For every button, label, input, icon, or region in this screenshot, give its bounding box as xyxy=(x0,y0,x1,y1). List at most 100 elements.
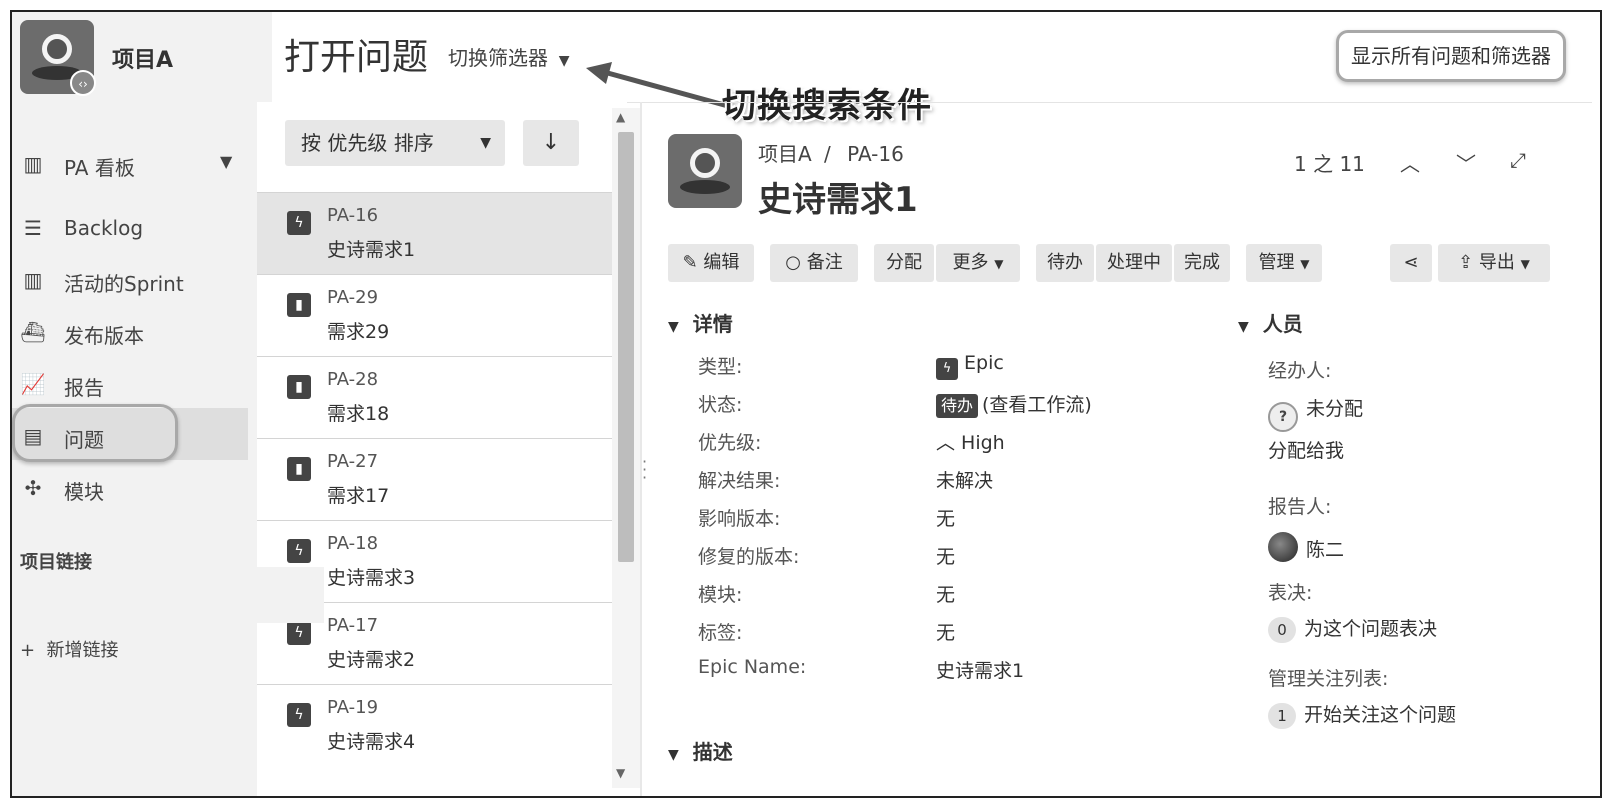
assign-button[interactable]: 分配 xyxy=(874,244,934,282)
switch-filter-dropdown[interactable]: 切换筛选器 ▼ xyxy=(448,42,570,71)
sidebar-item-label: Backlog xyxy=(64,216,144,240)
issue-summary: 史诗需求2 xyxy=(327,649,416,671)
code-badge-icon: ‹› xyxy=(70,70,96,96)
sort-direction-button[interactable]: ↓ xyxy=(523,120,579,166)
reporter-name: 陈二 xyxy=(1306,539,1345,561)
sidebar-item-label: 模块 xyxy=(64,480,104,504)
done-button[interactable]: 完成 xyxy=(1174,244,1230,282)
people-section-header[interactable]: ▼ 人员 xyxy=(1238,308,1303,337)
comment-button[interactable]: ○ 备注 xyxy=(770,244,858,282)
epic-icon: ϟ xyxy=(936,358,958,380)
votes-label: 表决: xyxy=(1268,582,1313,604)
export-icon: ⇪ xyxy=(1458,252,1474,273)
todo-button[interactable]: 待办 xyxy=(1036,244,1094,282)
sidebar-item-issues[interactable]: ▤ 问题 xyxy=(12,416,262,456)
sidebar-item-backlog[interactable]: ☰ Backlog xyxy=(12,208,262,248)
issue-summary: 史诗需求1 xyxy=(327,239,416,261)
sidebar-item-reports[interactable]: 📈 报告 xyxy=(12,364,262,404)
field-label: 优先级: xyxy=(698,432,762,454)
add-link-button[interactable]: + 新增链接 xyxy=(20,636,119,662)
type-value: Epic xyxy=(964,352,1004,374)
share-icon: ⋖ xyxy=(1403,252,1419,273)
sidebar-item-components[interactable]: ✣ 模块 xyxy=(12,468,262,508)
switch-filter-label: 切换筛选器 xyxy=(448,46,548,70)
epic-icon: ϟ xyxy=(287,211,311,235)
sidebar-item-releases[interactable]: ⛴ 发布版本 xyxy=(12,312,262,352)
admin-label: 管理 xyxy=(1258,252,1295,273)
chevron-down-icon[interactable]: ▼ xyxy=(220,152,232,171)
chevron-down-icon[interactable]: ﹀ xyxy=(1456,148,1476,177)
issue-key: PA-16 xyxy=(327,205,379,226)
view-workflow-link[interactable]: (查看工作流) xyxy=(982,394,1092,416)
sidebar-item-active-sprint[interactable]: ▥ 活动的Sprint xyxy=(12,260,262,300)
scroll-down-icon[interactable]: ▼ xyxy=(616,766,625,780)
export-button[interactable]: ⇪ 导出 ▼ xyxy=(1438,244,1550,282)
issue-list-panel: 按 优先级 排序 ▼ ↓ ϟ PA-16 史诗需求1 ▮ PA-29 需求29 … xyxy=(257,102,627,796)
sidebar-item-label: 活动的Sprint xyxy=(64,272,184,296)
chevron-down-icon: ▼ xyxy=(1520,257,1530,271)
field-label: 类型: xyxy=(698,356,743,378)
issue-list-item[interactable]: ϟ PA-19 史诗需求4 xyxy=(257,684,612,766)
assignee-label: 经办人: xyxy=(1268,360,1332,382)
issue-key: PA-19 xyxy=(327,697,379,718)
details-section-header[interactable]: ▼ 详情 xyxy=(668,308,733,337)
breadcrumb: 项目A / PA-16 xyxy=(758,138,904,167)
chart-icon: 📈 xyxy=(20,372,46,396)
vote-link: 为这个问题表决 xyxy=(1304,618,1438,640)
vote-action[interactable]: 0 为这个问题表决 xyxy=(1268,614,1437,643)
chevron-down-icon: ▼ xyxy=(480,135,491,151)
pager-text: 1 之 11 xyxy=(1294,152,1365,176)
assign-to-me-link[interactable]: 分配给我 xyxy=(1268,436,1344,463)
scrollbar-thumb[interactable] xyxy=(618,132,634,562)
issue-summary: 需求17 xyxy=(327,485,390,507)
votes-count: 0 xyxy=(1268,617,1296,643)
status-badge: 待办 xyxy=(936,394,979,418)
app-window: ‹› 项目A ▥ PA 看板 ▼ ☰ Backlog ▥ 活动的Sprint ⛴… xyxy=(10,10,1602,798)
description-heading: 描述 xyxy=(692,740,733,764)
sidebar-item-label: 问题 xyxy=(64,428,104,452)
issue-list-item[interactable]: ▮ PA-27 需求17 xyxy=(257,438,612,520)
share-button[interactable]: ⋖ xyxy=(1390,244,1432,282)
assignee-value: ? 未分配 xyxy=(1268,394,1363,432)
chevron-up-icon[interactable]: ︿ xyxy=(1400,148,1420,177)
export-label: 导出 xyxy=(1478,252,1515,273)
field-value-resolution: 未解决 xyxy=(936,470,994,492)
in-progress-button[interactable]: 处理中 xyxy=(1096,244,1172,282)
epic-icon: ϟ xyxy=(287,703,311,727)
edit-label: 编辑 xyxy=(703,252,740,273)
sidebar-item-board[interactable]: ▥ PA 看板 ▼ xyxy=(12,144,262,184)
field-label: 修复的版本: xyxy=(698,546,800,568)
chevron-down-icon: ▼ xyxy=(668,319,679,335)
story-icon: ▮ xyxy=(287,375,311,399)
issue-key: PA-29 xyxy=(327,287,379,308)
comment-icon: ○ xyxy=(785,252,801,273)
issue-key: PA-28 xyxy=(327,369,379,390)
edit-button[interactable]: ✎ 编辑 xyxy=(668,244,754,282)
description-section-header[interactable]: ▼ 描述 xyxy=(668,736,733,765)
chevron-down-icon: ▼ xyxy=(994,257,1004,271)
sort-dropdown[interactable]: 按 优先级 排序 ▼ xyxy=(285,120,505,166)
breadcrumb-project[interactable]: 项目A xyxy=(758,142,812,166)
admin-button[interactable]: 管理 ▼ xyxy=(1246,244,1322,282)
chevron-down-icon: ▼ xyxy=(1238,319,1249,335)
issue-list-item[interactable]: ▮ PA-29 需求29 xyxy=(257,274,612,356)
chevron-down-icon: ▼ xyxy=(1300,257,1310,271)
watch-action[interactable]: 1 开始关注这个问题 xyxy=(1268,700,1456,729)
issue-list-item[interactable]: ▮ PA-28 需求18 xyxy=(257,356,612,438)
expand-icon[interactable]: ⤢ xyxy=(1510,148,1526,172)
project-name[interactable]: 项目A xyxy=(112,42,173,74)
detail-project-avatar xyxy=(668,134,742,208)
resize-handle-icon[interactable]: · · · xyxy=(642,454,647,486)
watchers-count: 1 xyxy=(1268,703,1296,729)
show-all-issues-button[interactable]: 显示所有问题和筛选器 xyxy=(1336,30,1566,82)
sidebar-item-label: PA 看板 xyxy=(64,156,135,180)
people-heading: 人员 xyxy=(1262,312,1303,336)
field-label: Epic Name: xyxy=(698,656,807,678)
breadcrumb-issue-key[interactable]: PA-16 xyxy=(847,142,904,166)
plus-icon: + xyxy=(20,640,36,661)
issue-list-item[interactable]: ϟ PA-16 史诗需求1 xyxy=(257,192,612,274)
field-value-status: 待办 (查看工作流) xyxy=(936,390,1092,418)
more-button[interactable]: 更多 ▼ xyxy=(936,244,1020,282)
scroll-up-icon[interactable]: ▲ xyxy=(616,110,625,124)
watchers-label: 管理关注列表: xyxy=(1268,668,1389,690)
